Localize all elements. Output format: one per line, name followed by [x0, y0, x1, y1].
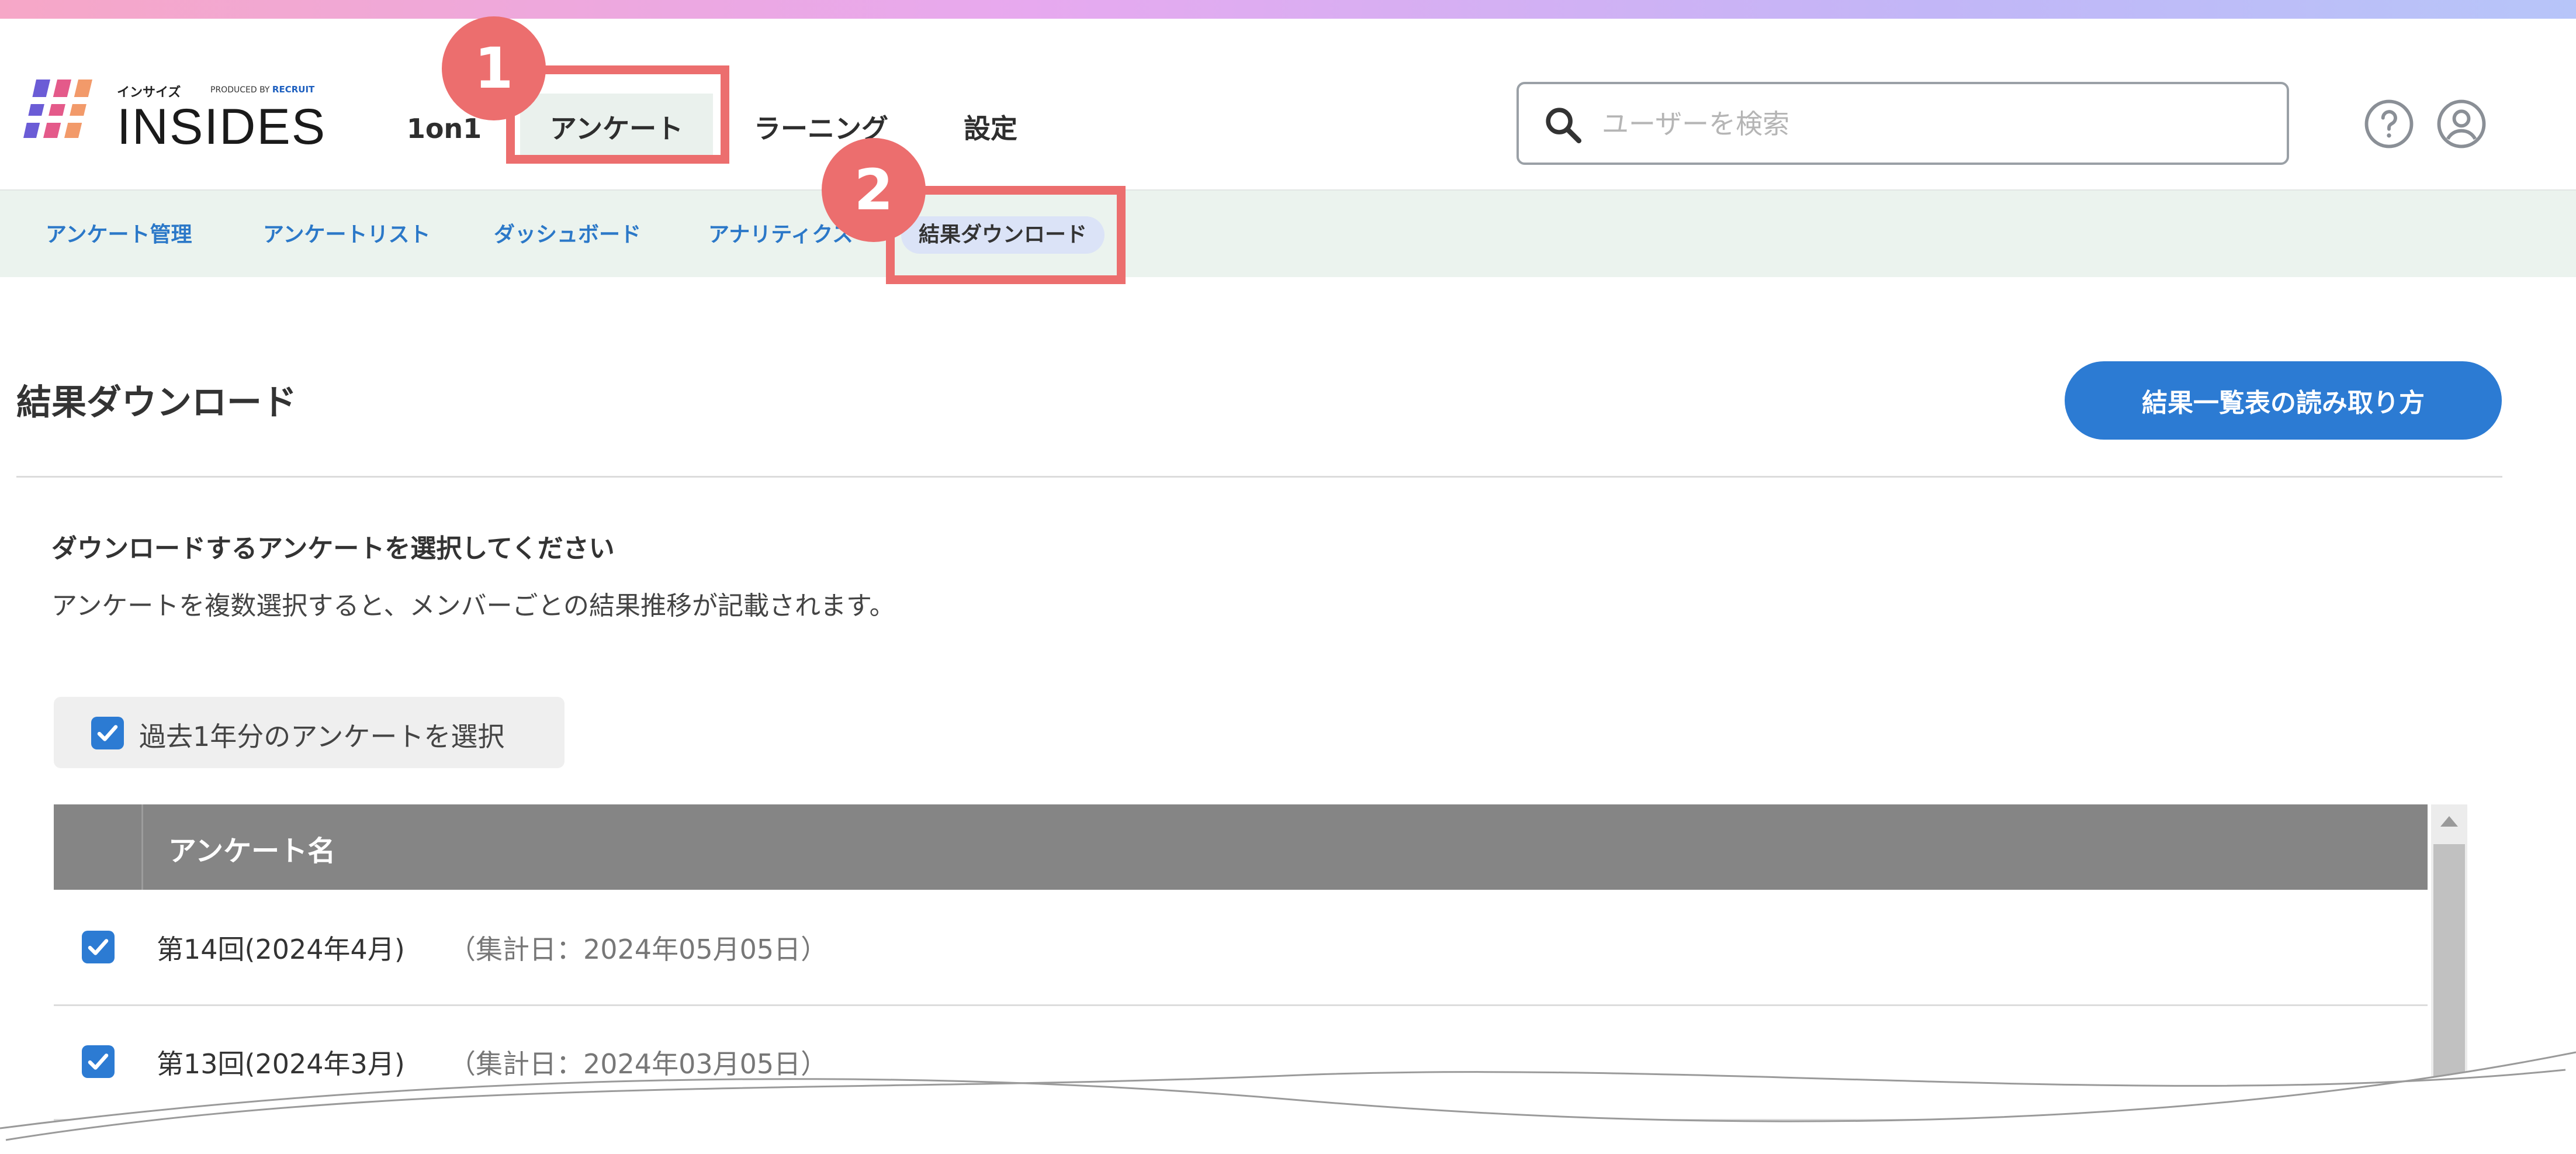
- callout-badge: 2: [822, 138, 926, 242]
- page-title: 結果ダウンロード: [16, 382, 297, 423]
- table-header: アンケート名: [54, 804, 2428, 890]
- instruction-description: アンケートを複数選択すると、メンバーごとの結果推移が記載されます。: [51, 591, 895, 621]
- top-gradient-bar: [0, 0, 2576, 19]
- logo-kana: インサイズ: [117, 85, 181, 100]
- insides-logo[interactable]: インサイズ PRODUCED BY RECRUIT INSIDES: [23, 68, 325, 152]
- select-past-year-checkbox[interactable]: 過去1年分のアンケートを選択: [54, 697, 565, 768]
- column-divider: [141, 804, 143, 890]
- instruction-title: ダウンロードするアンケートを選択してください: [51, 534, 615, 564]
- subnav-item-analytics[interactable]: アナリティクス: [708, 216, 853, 254]
- account-icon[interactable]: [2436, 98, 2487, 150]
- logo-produced-by: PRODUCED BY RECRUIT: [210, 84, 315, 95]
- checkbox-checked-icon[interactable]: [82, 931, 115, 963]
- user-search[interactable]: [1516, 82, 2289, 165]
- how-to-read-results-button[interactable]: 結果一覧表の読み取り方: [2065, 361, 2502, 440]
- subnav-item-dashboard[interactable]: ダッシュボード: [494, 216, 641, 254]
- search-input[interactable]: [1601, 102, 2269, 146]
- logo-mark-icon: [23, 80, 99, 138]
- sub-navigation: アンケート管理 アンケートリスト ダッシュボード アナリティクス 結果ダウンロー…: [0, 191, 2576, 277]
- survey-name: 第14回(2024年4月): [157, 934, 405, 965]
- checkbox-checked-icon[interactable]: [91, 717, 124, 749]
- nav-item-settings[interactable]: 設定: [935, 94, 1046, 164]
- callout-badge: 1: [442, 16, 546, 120]
- table-row[interactable]: 第14回(2024年4月) （集計日：2024年05月05日）: [54, 890, 2428, 1006]
- subnav-item-survey-list[interactable]: アンケートリスト: [263, 216, 431, 254]
- logo-wordmark: INSIDES: [117, 99, 327, 155]
- torn-edge-decoration: [0, 1051, 2576, 1154]
- column-header-survey-name: アンケート名: [168, 835, 336, 868]
- scroll-up-arrow-icon[interactable]: [2439, 814, 2459, 829]
- select-past-year-label: 過去1年分のアンケートを選択: [139, 721, 505, 752]
- subnav-item-survey-management[interactable]: アンケート管理: [46, 216, 192, 254]
- help-icon[interactable]: [2363, 98, 2415, 150]
- app-header: インサイズ PRODUCED BY RECRUIT INSIDES 1on1 ア…: [0, 19, 2576, 191]
- divider: [16, 476, 2502, 478]
- aggregation-date: （集計日：2024年05月05日）: [449, 934, 828, 965]
- search-icon: [1546, 108, 1582, 144]
